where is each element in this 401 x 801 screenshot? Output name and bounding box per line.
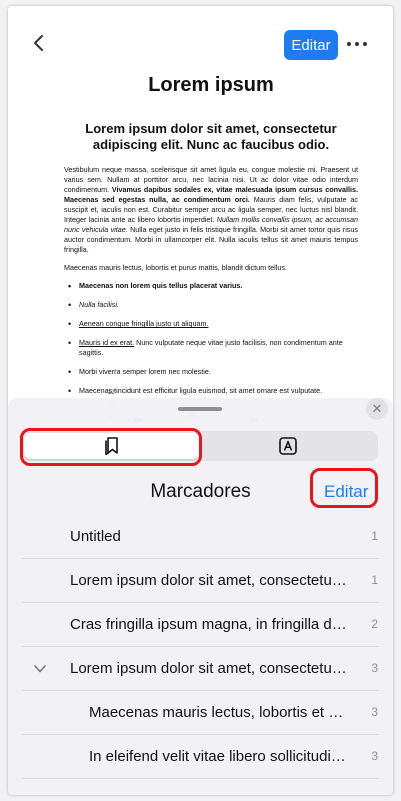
- bookmark-row[interactable]: Cras fringilla ipsum magna, in fringilla…: [8, 603, 393, 647]
- chevron-down-icon[interactable]: [32, 661, 48, 677]
- close-icon: ✕: [371, 401, 383, 416]
- bookmark-label: Lorem ipsum dolor sit amet, consectetur …: [70, 660, 347, 677]
- chart-tick-label: 12: [108, 390, 115, 396]
- document-list: Maecenas non lorem quis tellus placerat …: [64, 281, 358, 396]
- list-item: Morbi viverra semper lorem nec molestie.: [64, 367, 358, 377]
- tab-bookmarks[interactable]: [24, 433, 200, 459]
- bookmarks-sheet: ✕ Marcadores Editar Untitled 1 Lorem ips…: [8, 398, 393, 795]
- bookmark-row[interactable]: Maecenas mauris lectus, lobortis et pur.…: [8, 691, 393, 735]
- list-item: Aenean congue fringilla justo ut aliquam…: [64, 319, 358, 329]
- sheet-grabber[interactable]: [178, 407, 222, 411]
- edit-bookmarks-button[interactable]: Editar: [324, 482, 368, 502]
- back-button[interactable]: [28, 32, 50, 54]
- list-item: Nulla facilisi.: [64, 300, 358, 310]
- bookmark-row[interactable]: Untitled 1: [8, 515, 393, 559]
- bookmark-icon: [105, 437, 118, 456]
- list-item: Maecenas non lorem quis tellus placerat …: [64, 281, 358, 291]
- bookmark-page: 2: [371, 617, 378, 631]
- bookmark-label: Maecenas mauris lectus, lobortis et pur.…: [89, 704, 347, 721]
- document-title: Lorem ipsum: [148, 74, 274, 96]
- ellipsis-icon: [347, 42, 351, 46]
- bookmark-label: In eleifend velit vitae libero sollicitu…: [89, 748, 347, 765]
- bookmark-row[interactable]: In eleifend velit vitae libero sollicitu…: [8, 735, 393, 779]
- document-subtitle: Lorem ipsum dolor sit amet, consectetur …: [85, 121, 337, 152]
- bookmark-label: Cras fringilla ipsum magna, in fringilla…: [70, 616, 347, 633]
- bookmark-page: 3: [371, 705, 378, 719]
- bookmark-page: 3: [371, 661, 378, 675]
- bookmarks-list: Untitled 1 Lorem ipsum dolor sit amet, c…: [8, 515, 393, 779]
- document-link[interactable]: Mauris id ex erat.: [79, 338, 134, 347]
- list-item: Mauris id ex erat. Nunc vulputate neque …: [64, 338, 358, 358]
- bookmark-page: 1: [371, 573, 378, 587]
- tab-text[interactable]: [200, 433, 376, 459]
- edit-button[interactable]: Editar: [284, 30, 338, 60]
- close-button[interactable]: ✕: [366, 398, 388, 420]
- bookmark-row[interactable]: Lorem ipsum dolor sit amet, consectetur …: [8, 559, 393, 603]
- segmented-control: [22, 431, 378, 461]
- bookmark-label: Untitled: [70, 528, 121, 545]
- bookmark-row[interactable]: Lorem ipsum dolor sit amet, consectetur …: [8, 647, 393, 691]
- bookmark-page: 3: [371, 749, 378, 763]
- bookmark-page: 1: [371, 529, 378, 543]
- more-button[interactable]: [344, 34, 370, 54]
- app-frame: Editar Lorem ipsum Lorem ipsum dolor sit…: [8, 6, 393, 795]
- document-page: Lorem ipsum Lorem ipsum dolor sit amet, …: [64, 66, 358, 405]
- document-paragraph: Maecenas mauris lectus, lobortis et puru…: [64, 263, 287, 272]
- document-paragraph: Vestibulum neque massa, scelerisque sit …: [64, 165, 358, 254]
- letter-a-icon: [279, 437, 297, 455]
- chevron-left-icon: [34, 35, 43, 51]
- bookmark-label: Lorem ipsum dolor sit amet, consectetur …: [70, 572, 347, 589]
